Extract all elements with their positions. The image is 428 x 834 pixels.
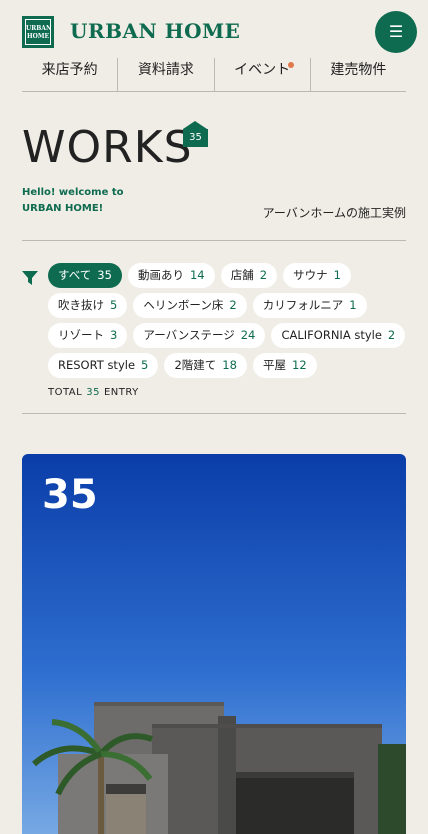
filter-tag-label: サウナ	[293, 268, 328, 282]
welcome-line-1: Hello! welcome to	[22, 187, 124, 198]
filter-tag-count: 2	[259, 268, 268, 282]
filter-tag-count: 2	[387, 328, 396, 342]
logo[interactable]: URBAN HOME	[22, 16, 54, 48]
filter-tag[interactable]: ヘリンボーン床 2	[133, 293, 247, 318]
nav-item-visit[interactable]: 来店予約	[22, 58, 117, 91]
filter-tag[interactable]: すべて 35	[48, 263, 122, 288]
menu-button[interactable]: ☰	[375, 11, 417, 53]
filter-tag-count: 24	[240, 328, 256, 342]
filter-tag[interactable]: サウナ 1	[283, 263, 351, 288]
filter-tag-label: RESORT style	[58, 358, 136, 372]
filter-tag-count: 12	[292, 358, 307, 372]
brand-name[interactable]: URBAN HOME	[70, 19, 240, 43]
filter-tag-label: 店舗	[230, 268, 254, 282]
filter-tag[interactable]: 平屋 12	[253, 353, 317, 378]
house-roof-icon	[183, 121, 207, 129]
page-subtitle: アーバンホームの施工実例	[262, 206, 406, 220]
card-number: 35	[42, 472, 98, 518]
filter-tag[interactable]: RESORT style 5	[48, 353, 159, 378]
works-count-badge: 35	[183, 121, 208, 147]
top-nav: 来店予約 資料請求 イベント 建売物件	[22, 58, 406, 92]
filter-tag-label: CALIFORNIA style	[281, 328, 382, 342]
total-count: 35	[86, 387, 100, 398]
filter-tag-count: 2	[229, 298, 237, 312]
filter-tag-label: アーバンステージ	[143, 328, 235, 342]
filter-tag[interactable]: リゾート 3	[48, 323, 128, 348]
filter-tag[interactable]: 2階建て 18	[164, 353, 247, 378]
filter-tag[interactable]: カリフォルニア 1	[252, 293, 367, 318]
page-title: WORKS	[22, 122, 193, 173]
filter-tag-label: 吹き抜け	[58, 298, 104, 312]
filter-tag[interactable]: アーバンステージ 24	[133, 323, 266, 348]
filter-tag-label: すべて	[58, 268, 92, 282]
filter-tag-label: ヘリンボーン床	[143, 298, 224, 312]
divider	[22, 240, 406, 241]
filter-tag-count: 1	[349, 298, 357, 312]
nav-item-label: 資料請求	[137, 62, 194, 78]
nav-item-label: イベント	[234, 62, 291, 78]
filter-tag-label: 平屋	[263, 358, 287, 372]
filter-tag[interactable]: CALIFORNIA style 2	[271, 323, 406, 348]
filter-tags: すべて 35 動画あり 14 店舗 2 サウナ 1 吹き抜け 5 ヘリンボーン床 2 カリフ…	[48, 263, 408, 383]
welcome-line-2: URBAN HOME!	[22, 203, 104, 214]
welcome-text: Hello! welcome to URBAN HOME!	[22, 185, 124, 217]
divider	[22, 413, 406, 414]
filter-tag[interactable]: 吹き抜け 5	[48, 293, 128, 318]
nav-item-label: 建売物件	[330, 62, 387, 78]
header: URBAN HOME URBAN HOME ☰	[0, 0, 428, 60]
works-count: 35	[183, 129, 208, 147]
total-suffix: ENTRY	[103, 387, 139, 398]
work-card[interactable]: 35	[22, 454, 406, 834]
notification-dot	[287, 62, 294, 68]
filter-tag-label: 動画あり	[137, 268, 184, 282]
nav-item-homes-for-sale[interactable]: 建売物件	[309, 58, 406, 91]
filter-tag-count: 18	[222, 358, 237, 372]
filter-tag-count: 14	[189, 268, 205, 282]
logo-text: URBAN HOME	[25, 19, 51, 45]
filter-tag-label: 2階建て	[174, 358, 217, 372]
filter-tag-count: 3	[110, 328, 118, 342]
filter-tag-count: 35	[97, 268, 112, 282]
filter-icon	[22, 271, 38, 285]
total-entries: TOTAL 35 ENTRY	[48, 387, 139, 398]
nav-item-event[interactable]: イベント	[213, 58, 310, 91]
nav-item-brochure[interactable]: 資料請求	[117, 58, 213, 91]
filter-tag-label: カリフォルニア	[262, 298, 344, 312]
total-prefix: TOTAL	[48, 387, 83, 398]
filter-tag-count: 5	[141, 358, 149, 372]
filter-tag-count: 1	[333, 268, 341, 282]
filter-tag[interactable]: 動画あり 14	[127, 263, 215, 288]
filter-tag-label: リゾート	[58, 328, 104, 342]
menu-icon: ☰	[388, 22, 404, 41]
filter-tag[interactable]: 店舗 2	[220, 263, 278, 288]
nav-item-label: 来店予約	[41, 62, 98, 78]
filter-tag-count: 5	[110, 298, 118, 312]
